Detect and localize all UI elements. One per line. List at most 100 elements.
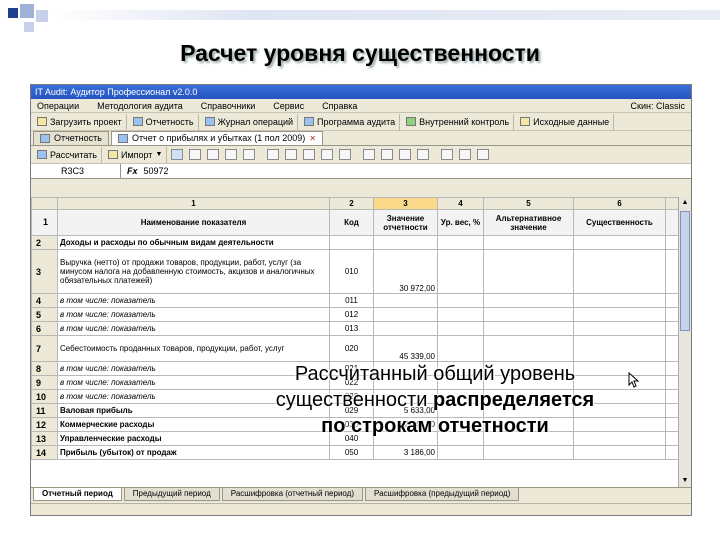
row-alt-value-cell[interactable] bbox=[483, 321, 574, 336]
row-weight-cell[interactable] bbox=[437, 307, 484, 322]
delete-row-icon[interactable] bbox=[189, 149, 202, 160]
row-weight-cell[interactable] bbox=[437, 235, 484, 250]
row-weight-cell[interactable] bbox=[437, 249, 484, 294]
row-code-cell[interactable] bbox=[329, 235, 374, 250]
cell-reference[interactable]: R3C3 bbox=[31, 163, 121, 179]
row-number[interactable]: 8 bbox=[31, 361, 58, 376]
col-number[interactable]: 4 bbox=[437, 197, 484, 210]
row-code-cell[interactable]: 012 bbox=[329, 307, 374, 322]
row-number[interactable]: 12 bbox=[31, 417, 58, 432]
vertical-scrollbar[interactable]: ▲ ▼ bbox=[678, 197, 691, 487]
row-alt-value-cell[interactable] bbox=[483, 307, 574, 322]
copy-icon[interactable] bbox=[399, 149, 412, 160]
paste-icon[interactable] bbox=[417, 149, 430, 160]
row-weight-cell[interactable] bbox=[437, 445, 484, 460]
row-materiality-cell[interactable] bbox=[573, 307, 666, 322]
row-alt-value-cell[interactable] bbox=[483, 293, 574, 308]
row-number[interactable]: 1 bbox=[31, 209, 58, 236]
row-code-cell[interactable]: 020 bbox=[329, 335, 374, 362]
chevron-down-icon[interactable]: ▼ bbox=[155, 151, 162, 158]
row-materiality-cell[interactable] bbox=[573, 249, 666, 294]
border-icon[interactable] bbox=[321, 149, 334, 160]
delete-col-icon[interactable] bbox=[225, 149, 238, 160]
row-value-cell[interactable] bbox=[373, 293, 438, 308]
col-number[interactable]: 2 bbox=[329, 197, 374, 210]
col-number[interactable]: 6 bbox=[573, 197, 666, 210]
row-alt-value-cell[interactable] bbox=[483, 445, 574, 460]
row-number[interactable]: 6 bbox=[31, 321, 58, 336]
row-weight-cell[interactable] bbox=[437, 321, 484, 336]
menu-item-operations[interactable]: Операции bbox=[37, 99, 79, 112]
insert-row-icon[interactable] bbox=[171, 149, 184, 160]
col-number-selected[interactable]: 3 bbox=[373, 197, 438, 210]
row-name-cell[interactable]: Доходы и расходы по обычным видам деятел… bbox=[57, 235, 330, 250]
row-materiality-cell[interactable] bbox=[573, 335, 666, 362]
row-name-cell[interactable]: Себестоимость проданных товаров, продукц… bbox=[57, 335, 330, 362]
scroll-up-icon[interactable]: ▲ bbox=[679, 197, 691, 209]
image-icon[interactable] bbox=[363, 149, 376, 160]
format-icon[interactable] bbox=[267, 149, 280, 160]
internal-control-button[interactable]: Внутренний контроль bbox=[402, 113, 515, 130]
row-number[interactable]: 10 bbox=[31, 389, 58, 404]
row-name-cell[interactable]: в том числе: показатель bbox=[57, 307, 330, 322]
row-value-cell[interactable]: 3 186,00 bbox=[373, 445, 438, 460]
row-materiality-cell[interactable] bbox=[573, 235, 666, 250]
row-number[interactable]: 7 bbox=[31, 335, 58, 362]
reports-button[interactable]: Отчетность bbox=[129, 113, 199, 130]
row-code-cell[interactable]: 011 bbox=[329, 293, 374, 308]
merge-icon[interactable] bbox=[243, 149, 256, 160]
export-icon[interactable] bbox=[477, 149, 490, 160]
formula-input[interactable]: 50972 bbox=[144, 166, 169, 176]
calculate-button[interactable]: Рассчитать bbox=[33, 146, 102, 163]
row-alt-value-cell[interactable] bbox=[483, 235, 574, 250]
row-code-cell[interactable]: 050 bbox=[329, 445, 374, 460]
col-number[interactable]: 1 bbox=[57, 197, 330, 210]
row-weight-cell[interactable] bbox=[437, 335, 484, 362]
close-icon[interactable]: ✕ bbox=[309, 132, 316, 145]
row-name-cell[interactable]: Выручка (нетто) от продажи товаров, прод… bbox=[57, 249, 330, 294]
row-weight-cell[interactable] bbox=[437, 293, 484, 308]
row-value-cell[interactable] bbox=[373, 321, 438, 336]
row-name-cell[interactable]: Прибыль (убыток) от продаж bbox=[57, 445, 330, 460]
sheet-tab-current-period[interactable]: Отчетный период bbox=[33, 488, 122, 501]
row-name-cell[interactable]: в том числе: показатель bbox=[57, 293, 330, 308]
audit-program-button[interactable]: Программа аудита bbox=[300, 113, 401, 130]
scroll-thumb[interactable] bbox=[680, 211, 690, 331]
zoom-icon[interactable] bbox=[441, 149, 454, 160]
menu-item-help[interactable]: Справка bbox=[322, 99, 357, 112]
row-code-cell[interactable]: 010 bbox=[329, 249, 374, 294]
import-button[interactable]: Импорт ▼ bbox=[104, 146, 168, 163]
row-value-cell[interactable] bbox=[373, 307, 438, 322]
row-alt-value-cell[interactable] bbox=[483, 249, 574, 294]
print-icon[interactable] bbox=[459, 149, 472, 160]
sheet-tab-previous-period[interactable]: Предыдущий период bbox=[123, 488, 220, 501]
menu-item-methodology[interactable]: Методология аудита bbox=[97, 99, 183, 112]
scroll-down-icon[interactable]: ▼ bbox=[679, 475, 691, 487]
insert-col-icon[interactable] bbox=[207, 149, 220, 160]
col-number[interactable]: 5 bbox=[483, 197, 574, 210]
menu-item-references[interactable]: Справочники bbox=[201, 99, 256, 112]
load-project-button[interactable]: Загрузить проект bbox=[33, 113, 127, 130]
journal-button[interactable]: Журнал операций bbox=[201, 113, 299, 130]
row-number[interactable]: 14 bbox=[31, 445, 58, 460]
skin-selector[interactable]: Скин: Сlassic bbox=[631, 99, 685, 113]
row-materiality-cell[interactable] bbox=[573, 293, 666, 308]
menu-item-service[interactable]: Сервис bbox=[273, 99, 304, 112]
corner-cell[interactable] bbox=[31, 197, 58, 210]
source-data-button[interactable]: Исходные данные bbox=[516, 113, 615, 130]
row-value-cell[interactable]: 45 339,00 bbox=[373, 335, 438, 362]
active-value-cell[interactable]: 30 972,00 bbox=[373, 249, 438, 294]
row-materiality-cell[interactable] bbox=[573, 445, 666, 460]
align-icon[interactable] bbox=[303, 149, 316, 160]
row-number[interactable]: 11 bbox=[31, 403, 58, 418]
sheet-tab-breakdown-previous[interactable]: Расшифровка (предыдущий период) bbox=[365, 488, 520, 501]
tab-reports[interactable]: Отчетность bbox=[33, 131, 109, 145]
tab-pnl-report[interactable]: Отчет о прибылях и убытках (1 пол 2009) ✕ bbox=[110, 131, 323, 145]
font-icon[interactable] bbox=[285, 149, 298, 160]
row-number[interactable]: 13 bbox=[31, 431, 58, 446]
edit-icon[interactable] bbox=[381, 149, 394, 160]
row-code-cell[interactable]: 013 bbox=[329, 321, 374, 336]
row-materiality-cell[interactable] bbox=[573, 321, 666, 336]
row-alt-value-cell[interactable] bbox=[483, 335, 574, 362]
row-name-cell[interactable]: в том числе: показатель bbox=[57, 321, 330, 336]
